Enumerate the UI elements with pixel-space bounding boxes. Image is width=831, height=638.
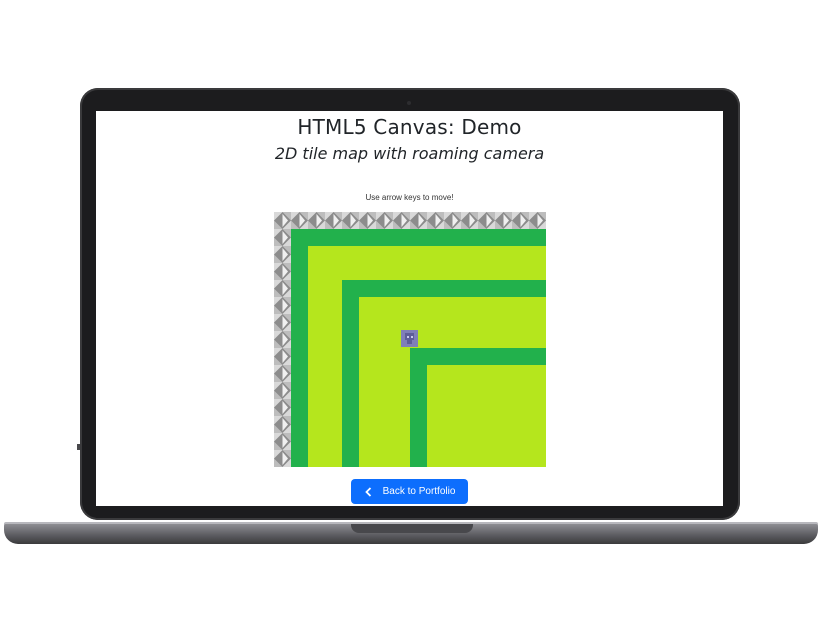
rock-tile [274, 450, 291, 467]
grass-band [410, 348, 546, 365]
rock-tile [274, 416, 291, 433]
rock-tile [410, 212, 427, 229]
screen-bezel [96, 506, 723, 518]
rock-tile [274, 229, 291, 246]
grass-band [342, 280, 359, 467]
grass-band [291, 229, 308, 467]
grass-band [342, 280, 546, 297]
laptop-edge [77, 444, 80, 450]
rock-tile [495, 212, 512, 229]
rock-tile [274, 212, 291, 229]
rock-tile [478, 212, 495, 229]
rock-tile [427, 212, 444, 229]
rock-tile [325, 212, 342, 229]
instructions-text: Use arrow keys to move! [365, 193, 454, 202]
player-sprite [401, 330, 418, 347]
rock-tile [359, 212, 376, 229]
rock-tile [274, 382, 291, 399]
rock-tile [461, 212, 478, 229]
rock-tile [274, 399, 291, 416]
grass-band [410, 348, 427, 467]
rock-tile [393, 212, 410, 229]
rock-tile [274, 365, 291, 382]
laptop-notch [351, 524, 473, 533]
rock-tile [274, 331, 291, 348]
page-subtitle: 2D tile map with roaming camera [274, 144, 545, 163]
rock-tile [274, 246, 291, 263]
rock-tile [274, 280, 291, 297]
rock-tile [342, 212, 359, 229]
rock-tile [291, 212, 308, 229]
grass-band [291, 229, 546, 246]
rock-tile [444, 212, 461, 229]
laptop-screen: HTML5 Canvas: Demo 2D tile map with roam… [96, 111, 723, 506]
rock-tile [308, 212, 325, 229]
rock-tile [274, 348, 291, 365]
page-title: HTML5 Canvas: Demo [297, 115, 522, 139]
rock-tile [274, 433, 291, 450]
game-canvas[interactable] [274, 212, 546, 467]
rock-tile [376, 212, 393, 229]
rock-tile [274, 297, 291, 314]
rock-tile [274, 263, 291, 280]
camera-icon [407, 101, 411, 105]
rock-tile [529, 212, 546, 229]
back-button-label: Back to Portfolio [382, 486, 456, 497]
rock-tile [512, 212, 529, 229]
rock-tile [274, 314, 291, 331]
back-to-portfolio-button[interactable]: Back to Portfolio [351, 479, 468, 504]
chevron-left-icon [364, 486, 374, 498]
